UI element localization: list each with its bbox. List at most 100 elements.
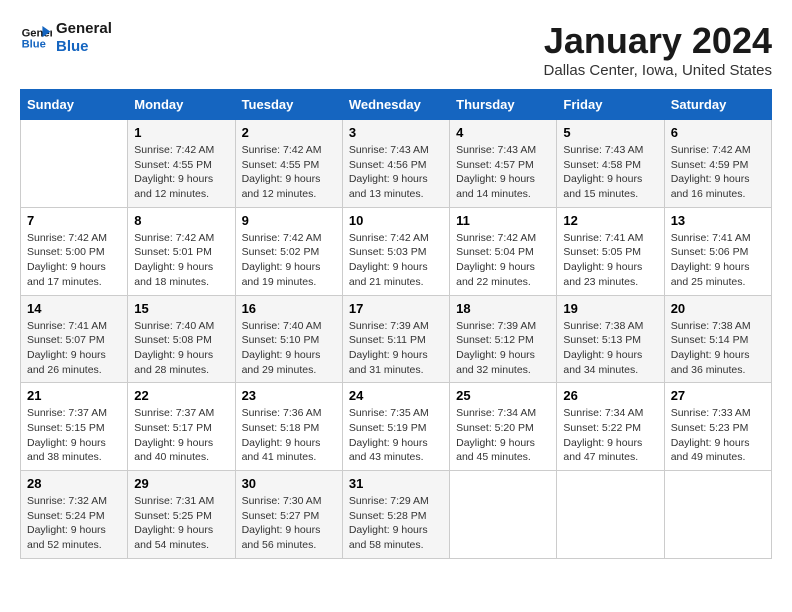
- logo-blue: Blue: [56, 38, 89, 55]
- day-detail: Sunrise: 7:41 AMSunset: 5:06 PMDaylight:…: [671, 231, 765, 290]
- day-cell: 18 Sunrise: 7:39 AMSunset: 5:12 PMDayligh…: [450, 295, 557, 383]
- day-detail: Sunrise: 7:41 AMSunset: 5:05 PMDaylight:…: [563, 231, 657, 290]
- day-number: 12: [563, 213, 657, 228]
- day-number: 16: [242, 301, 336, 316]
- day-cell: 30 Sunrise: 7:30 AMSunset: 5:27 PMDayligh…: [235, 471, 342, 559]
- day-cell: 10 Sunrise: 7:42 AMSunset: 5:03 PMDayligh…: [342, 207, 449, 295]
- page-subtitle: Dallas Center, Iowa, United States: [544, 62, 772, 79]
- day-detail: Sunrise: 7:42 AMSunset: 5:02 PMDaylight:…: [242, 231, 336, 290]
- day-detail: Sunrise: 7:32 AMSunset: 5:24 PMDaylight:…: [27, 494, 121, 553]
- day-detail: Sunrise: 7:31 AMSunset: 5:25 PMDaylight:…: [134, 494, 228, 553]
- day-detail: Sunrise: 7:43 AMSunset: 4:57 PMDaylight:…: [456, 143, 550, 202]
- day-number: 30: [242, 476, 336, 491]
- day-detail: Sunrise: 7:41 AMSunset: 5:07 PMDaylight:…: [27, 319, 121, 378]
- day-number: 25: [456, 388, 550, 403]
- week-row-1: 1 Sunrise: 7:42 AMSunset: 4:55 PMDaylight…: [21, 120, 772, 208]
- day-detail: Sunrise: 7:40 AMSunset: 5:10 PMDaylight:…: [242, 319, 336, 378]
- day-number: 21: [27, 388, 121, 403]
- page-title: January 2024: [544, 20, 772, 62]
- logo-icon: General Blue: [20, 22, 52, 54]
- header-friday: Friday: [557, 90, 664, 120]
- week-row-3: 14 Sunrise: 7:41 AMSunset: 5:07 PMDayligh…: [21, 295, 772, 383]
- day-number: 10: [349, 213, 443, 228]
- day-cell: 21Sunrise: 7:37 AMSunset: 5:15 PMDayligh…: [21, 383, 128, 471]
- day-number: 1: [134, 125, 228, 140]
- day-number: 5: [563, 125, 657, 140]
- day-detail: Sunrise: 7:42 AMSunset: 5:01 PMDaylight:…: [134, 231, 228, 290]
- day-detail: Sunrise: 7:35 AMSunset: 5:19 PMDaylight:…: [349, 406, 443, 465]
- day-detail: Sunrise: 7:43 AMSunset: 4:56 PMDaylight:…: [349, 143, 443, 202]
- day-number: 7: [27, 213, 121, 228]
- day-cell: 7 Sunrise: 7:42 AMSunset: 5:00 PMDaylight…: [21, 207, 128, 295]
- day-detail: Sunrise: 7:42 AMSunset: 4:55 PMDaylight:…: [134, 143, 228, 202]
- day-cell: 1 Sunrise: 7:42 AMSunset: 4:55 PMDaylight…: [128, 120, 235, 208]
- header-tuesday: Tuesday: [235, 90, 342, 120]
- day-detail: Sunrise: 7:37 AMSunset: 5:17 PMDaylight:…: [134, 406, 228, 465]
- day-detail: Sunrise: 7:34 AMSunset: 5:22 PMDaylight:…: [563, 406, 657, 465]
- logo: General Blue General Blue: [20, 20, 112, 56]
- day-detail: Sunrise: 7:43 AMSunset: 4:58 PMDaylight:…: [563, 143, 657, 202]
- day-detail: Sunrise: 7:39 AMSunset: 5:12 PMDaylight:…: [456, 319, 550, 378]
- calendar-header-row: SundayMondayTuesdayWednesdayThursdayFrid…: [21, 90, 772, 120]
- day-number: 27: [671, 388, 765, 403]
- day-detail: Sunrise: 7:42 AMSunset: 5:03 PMDaylight:…: [349, 231, 443, 290]
- day-cell: 6 Sunrise: 7:42 AMSunset: 4:59 PMDaylight…: [664, 120, 771, 208]
- day-cell: [21, 120, 128, 208]
- day-number: 14: [27, 301, 121, 316]
- header: General Blue General Blue January 2024 D…: [20, 20, 772, 79]
- day-detail: Sunrise: 7:30 AMSunset: 5:27 PMDaylight:…: [242, 494, 336, 553]
- header-saturday: Saturday: [664, 90, 771, 120]
- day-cell: [450, 471, 557, 559]
- day-cell: [664, 471, 771, 559]
- day-cell: 5 Sunrise: 7:43 AMSunset: 4:58 PMDaylight…: [557, 120, 664, 208]
- logo-general: General: [56, 20, 112, 37]
- day-cell: 31 Sunrise: 7:29 AMSunset: 5:28 PMDayligh…: [342, 471, 449, 559]
- day-number: 26: [563, 388, 657, 403]
- day-detail: Sunrise: 7:40 AMSunset: 5:08 PMDaylight:…: [134, 319, 228, 378]
- day-number: 15: [134, 301, 228, 316]
- day-cell: 13 Sunrise: 7:41 AMSunset: 5:06 PMDayligh…: [664, 207, 771, 295]
- day-number: 24: [349, 388, 443, 403]
- day-detail: Sunrise: 7:38 AMSunset: 5:14 PMDaylight:…: [671, 319, 765, 378]
- day-number: 31: [349, 476, 443, 491]
- day-detail: Sunrise: 7:39 AMSunset: 5:11 PMDaylight:…: [349, 319, 443, 378]
- day-detail: Sunrise: 7:29 AMSunset: 5:28 PMDaylight:…: [349, 494, 443, 553]
- day-detail: Sunrise: 7:36 AMSunset: 5:18 PMDaylight:…: [242, 406, 336, 465]
- day-cell: 2 Sunrise: 7:42 AMSunset: 4:55 PMDaylight…: [235, 120, 342, 208]
- day-cell: 20 Sunrise: 7:38 AMSunset: 5:14 PMDayligh…: [664, 295, 771, 383]
- day-cell: 15 Sunrise: 7:40 AMSunset: 5:08 PMDayligh…: [128, 295, 235, 383]
- day-cell: 4 Sunrise: 7:43 AMSunset: 4:57 PMDaylight…: [450, 120, 557, 208]
- day-number: 18: [456, 301, 550, 316]
- day-cell: 19Sunrise: 7:38 AMSunset: 5:13 PMDayligh…: [557, 295, 664, 383]
- day-cell: 3Sunrise: 7:43 AMSunset: 4:56 PMDaylight…: [342, 120, 449, 208]
- day-number: 22: [134, 388, 228, 403]
- day-number: 20: [671, 301, 765, 316]
- title-area: January 2024 Dallas Center, Iowa, United…: [544, 20, 772, 79]
- header-wednesday: Wednesday: [342, 90, 449, 120]
- day-number: 17: [349, 301, 443, 316]
- header-monday: Monday: [128, 90, 235, 120]
- day-number: 6: [671, 125, 765, 140]
- day-number: 13: [671, 213, 765, 228]
- day-detail: Sunrise: 7:42 AMSunset: 5:00 PMDaylight:…: [27, 231, 121, 290]
- day-detail: Sunrise: 7:42 AMSunset: 4:59 PMDaylight:…: [671, 143, 765, 202]
- day-number: 28: [27, 476, 121, 491]
- day-cell: 27Sunrise: 7:33 AMSunset: 5:23 PMDayligh…: [664, 383, 771, 471]
- day-number: 2: [242, 125, 336, 140]
- day-cell: 28 Sunrise: 7:32 AMSunset: 5:24 PMDayligh…: [21, 471, 128, 559]
- day-detail: Sunrise: 7:34 AMSunset: 5:20 PMDaylight:…: [456, 406, 550, 465]
- day-cell: 8 Sunrise: 7:42 AMSunset: 5:01 PMDaylight…: [128, 207, 235, 295]
- week-row-5: 28 Sunrise: 7:32 AMSunset: 5:24 PMDayligh…: [21, 471, 772, 559]
- week-row-4: 21Sunrise: 7:37 AMSunset: 5:15 PMDayligh…: [21, 383, 772, 471]
- day-cell: [557, 471, 664, 559]
- day-cell: 9 Sunrise: 7:42 AMSunset: 5:02 PMDaylight…: [235, 207, 342, 295]
- day-detail: Sunrise: 7:42 AMSunset: 4:55 PMDaylight:…: [242, 143, 336, 202]
- day-cell: 14 Sunrise: 7:41 AMSunset: 5:07 PMDayligh…: [21, 295, 128, 383]
- day-detail: Sunrise: 7:38 AMSunset: 5:13 PMDaylight:…: [563, 319, 657, 378]
- day-number: 4: [456, 125, 550, 140]
- day-number: 8: [134, 213, 228, 228]
- day-cell: 26 Sunrise: 7:34 AMSunset: 5:22 PMDayligh…: [557, 383, 664, 471]
- day-cell: 25 Sunrise: 7:34 AMSunset: 5:20 PMDayligh…: [450, 383, 557, 471]
- day-number: 23: [242, 388, 336, 403]
- day-number: 9: [242, 213, 336, 228]
